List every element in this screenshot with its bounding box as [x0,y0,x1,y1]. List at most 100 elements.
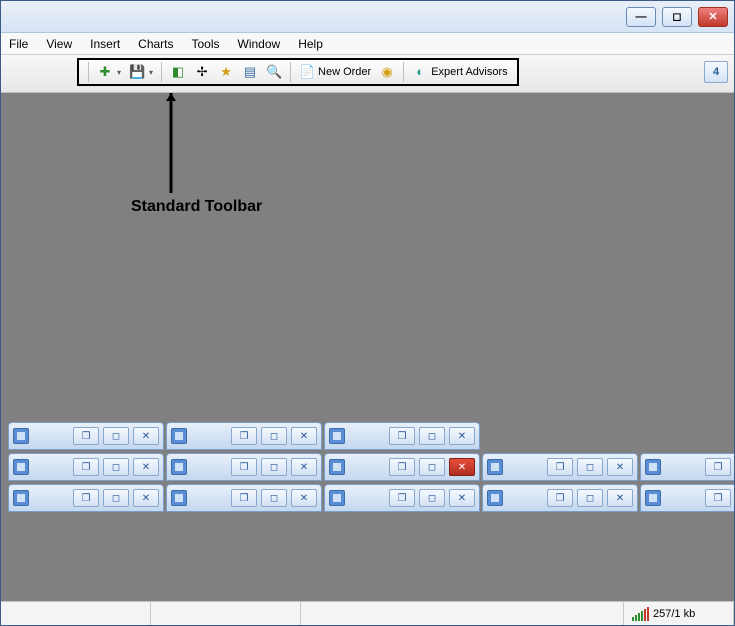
chart-window-icon [171,428,187,444]
data-window-button[interactable]: ★ [215,61,237,83]
mdi-restore-button[interactable]: ❐ [73,458,99,476]
close-button[interactable]: ✕ [698,7,728,27]
new-order-label: New Order [318,66,371,78]
mdi-close-button[interactable]: ✕ [449,427,475,445]
traffic-label: 257/1 kb [653,608,695,620]
market-watch-button[interactable]: ◧ [167,61,189,83]
mdi-child-window[interactable]: ❐◻✕ [166,453,322,481]
menu-file[interactable]: File [9,37,28,51]
mdi-child-window[interactable]: ❐◻✕ [166,484,322,512]
mdi-restore-button[interactable]: ❐ [73,427,99,445]
toolbar-row: ✚ ▾ 💾 ▾ ◧ ✢ ★ ▤ 🔍 📄 New Order ◉ ◐ Expert… [1,55,734,93]
menu-window[interactable]: Window [238,37,281,51]
mdi-restore-button[interactable]: ❐ [547,458,573,476]
mdi-child-window[interactable]: ❐◻✕ [324,484,480,512]
chart-window-icon [329,490,345,506]
profiles-button[interactable]: 💾 ▾ [126,61,156,83]
mdi-restore-button[interactable]: ❐ [705,458,731,476]
tab-count-badge[interactable]: 4 [704,61,728,83]
mdi-maximize-button[interactable]: ◻ [103,427,129,445]
chart-window-icon [171,490,187,506]
status-connection[interactable]: 257/1 kb [624,602,734,625]
terminal-button[interactable]: ▤ [239,61,261,83]
mdi-row: ❐◻✕❐◻✕❐◻✕❐◻✕❐◻✕ [8,484,734,512]
mdi-close-button[interactable]: ✕ [607,458,633,476]
mdi-restore-button[interactable]: ❐ [231,489,257,507]
list-icon: ▤ [242,64,258,80]
chart-window-icon [13,490,29,506]
annotation-label: Standard Toolbar [131,198,262,216]
meta-quotes-button[interactable]: ◉ [376,61,398,83]
save-icon: 💾 [129,64,145,80]
mdi-close-button[interactable]: ✕ [449,458,475,476]
mdi-close-button[interactable]: ✕ [133,489,159,507]
mdi-maximize-button[interactable]: ◻ [103,458,129,476]
chart-window-icon [329,459,345,475]
mdi-child-window[interactable]: ❐◻✕ [640,453,734,481]
mdi-close-button[interactable]: ✕ [291,427,317,445]
mdi-workspace: Standard Toolbar ❐◻✕❐◻✕❐◻✕❐◻✕❐◻✕❐◻✕❐◻✕❐◻… [1,93,734,601]
mdi-row: ❐◻✕❐◻✕❐◻✕❐◻✕❐◻✕ [8,453,734,481]
mdi-close-button[interactable]: ✕ [133,427,159,445]
crosshair-icon: ✢ [194,64,210,80]
mdi-restore-button[interactable]: ❐ [705,489,731,507]
app-window: — ◻ ✕ File View Insert Charts Tools Wind… [0,0,735,626]
mdi-restore-button[interactable]: ❐ [389,427,415,445]
chevron-down-icon: ▾ [149,68,153,77]
mdi-restore-button[interactable]: ❐ [231,458,257,476]
mdi-close-button[interactable]: ✕ [291,489,317,507]
menu-view[interactable]: View [46,37,72,51]
mdi-close-button[interactable]: ✕ [133,458,159,476]
annotation-arrow [166,93,206,203]
mdi-maximize-button[interactable]: ◻ [261,489,287,507]
menu-charts[interactable]: Charts [138,37,173,51]
mdi-close-button[interactable]: ✕ [291,458,317,476]
mdi-child-window[interactable]: ❐◻✕ [482,484,638,512]
expert-icon: ◐ [412,64,428,80]
mdi-close-button[interactable]: ✕ [449,489,475,507]
mdi-child-window[interactable]: ❐◻✕ [324,453,480,481]
strategy-tester-button[interactable]: 🔍 [263,61,285,83]
mdi-restore-button[interactable]: ❐ [73,489,99,507]
mdi-maximize-button[interactable]: ◻ [577,458,603,476]
mdi-child-window[interactable]: ❐◻✕ [324,422,480,450]
mdi-maximize-button[interactable]: ◻ [261,458,287,476]
navigator-button[interactable]: ✢ [191,61,213,83]
status-cell-3 [301,602,624,625]
mdi-maximize-button[interactable]: ◻ [103,489,129,507]
expert-advisors-label: Expert Advisors [431,66,507,78]
mdi-maximize-button[interactable]: ◻ [419,458,445,476]
mdi-restore-button[interactable]: ❐ [389,458,415,476]
chart-window-icon [13,459,29,475]
mdi-child-window[interactable]: ❐◻✕ [8,453,164,481]
chart-window-icon [487,459,503,475]
mdi-restore-button[interactable]: ❐ [389,489,415,507]
mdi-close-button[interactable]: ✕ [607,489,633,507]
mdi-child-window[interactable]: ❐◻✕ [166,422,322,450]
market-icon: ◧ [170,64,186,80]
menubar: File View Insert Charts Tools Window Hel… [1,33,734,55]
mdi-maximize-button[interactable]: ◻ [261,427,287,445]
mdi-restore-button[interactable]: ❐ [547,489,573,507]
signal-bars-icon [632,607,649,621]
maximize-button[interactable]: ◻ [662,7,692,27]
new-chart-button[interactable]: ✚ ▾ [94,61,124,83]
star-icon: ★ [218,64,234,80]
menu-tools[interactable]: Tools [192,37,220,51]
mdi-maximize-button[interactable]: ◻ [419,427,445,445]
mdi-child-window[interactable]: ❐◻✕ [8,484,164,512]
minimize-button[interactable]: — [626,7,656,27]
menu-insert[interactable]: Insert [90,37,120,51]
menu-help[interactable]: Help [298,37,323,51]
mdi-restore-button[interactable]: ❐ [231,427,257,445]
mdi-child-window[interactable]: ❐◻✕ [640,484,734,512]
expert-advisors-button[interactable]: ◐ Expert Advisors [409,61,510,83]
mdi-child-window[interactable]: ❐◻✕ [8,422,164,450]
mdi-maximize-button[interactable]: ◻ [577,489,603,507]
new-order-button[interactable]: 📄 New Order [296,61,374,83]
chart-window-icon [13,428,29,444]
plus-chart-icon: ✚ [97,64,113,80]
mdi-maximize-button[interactable]: ◻ [419,489,445,507]
order-icon: 📄 [299,64,315,80]
mdi-child-window[interactable]: ❐◻✕ [482,453,638,481]
